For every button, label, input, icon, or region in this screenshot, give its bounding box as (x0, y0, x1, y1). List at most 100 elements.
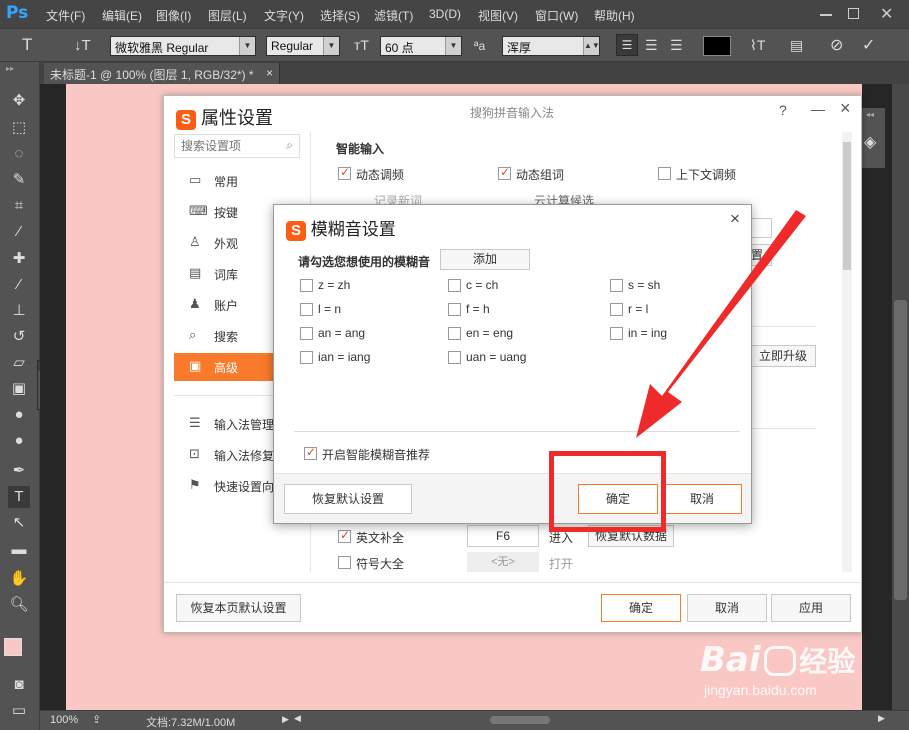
menu-file[interactable]: 文件(F) (46, 7, 85, 24)
help-button[interactable]: ? (779, 102, 787, 118)
cancel-icon[interactable]: ⊘ (830, 35, 843, 55)
quick-mask-icon[interactable]: ◙ (8, 674, 30, 696)
dynamic-freq-checkbox[interactable] (338, 165, 351, 180)
menu-3d[interactable]: 3D(D) (429, 7, 461, 21)
3d-layers-icon[interactable]: ◈ (864, 132, 876, 152)
fuzzy-checkbox[interactable] (300, 303, 313, 316)
move-tool-icon[interactable]: ✥ (8, 90, 30, 112)
screen-mode-icon[interactable]: ▭ (8, 700, 30, 722)
content-scrollbar-thumb[interactable] (843, 142, 851, 270)
minimize-button[interactable]: — (811, 101, 825, 117)
crop-tool-icon[interactable]: ⌗ (8, 195, 30, 217)
font-style-select[interactable]: Regular ▼ (266, 36, 340, 56)
menu-filter[interactable]: 滤镜(T) (374, 7, 413, 24)
scrollbar-thumb[interactable] (894, 300, 907, 600)
tab-close-icon[interactable]: × (266, 66, 273, 80)
search-settings-box[interactable]: ⌕ (174, 134, 300, 158)
scroll-right-icon[interactable]: ▶ (878, 713, 885, 724)
english-complete-checkbox[interactable] (338, 528, 351, 543)
play-icon[interactable]: ▶ (282, 714, 289, 725)
lasso-tool-icon[interactable]: ◌ (8, 143, 30, 165)
menu-type[interactable]: 文字(Y) (264, 7, 304, 24)
close-button[interactable]: × (840, 98, 851, 119)
fuzzy-checkbox[interactable] (300, 327, 313, 340)
nav-common[interactable]: ▭ 常用 (174, 167, 300, 195)
watermark-brand2: 经验 (799, 646, 856, 677)
fuzzy-checkbox[interactable] (300, 279, 313, 292)
restore-page-button[interactable]: 恢复本页默认设置 (176, 594, 301, 622)
menu-help[interactable]: 帮助(H) (594, 7, 635, 24)
align-center-icon[interactable]: ☰ (645, 37, 658, 54)
type-tool-icon[interactable]: T (8, 486, 30, 508)
menu-edit[interactable]: 编辑(E) (102, 7, 142, 24)
eyedropper-icon[interactable]: ⁄ (8, 221, 30, 243)
menu-layer[interactable]: 图层(L) (208, 7, 247, 24)
text-orientation-icon[interactable]: ↓T (74, 37, 91, 54)
ok-button[interactable]: 确定 (601, 594, 681, 622)
fuzzy-checkbox[interactable] (448, 279, 461, 292)
right-panel-dock: ◂◂ ◈ (860, 108, 885, 168)
restore-default-button[interactable]: 恢复默认设置 (284, 484, 412, 514)
path-select-icon[interactable]: ↖ (8, 512, 30, 534)
zoom-tool-icon[interactable]: 🔍︎ (8, 594, 30, 616)
pen-tool-icon[interactable]: ✒ (8, 460, 30, 482)
font-family-select[interactable]: 微软雅黑 Regular ▼ (110, 36, 256, 56)
close-icon[interactable]: ✕ (880, 4, 893, 24)
horizontal-scrollbar-thumb[interactable] (490, 716, 550, 724)
menu-window[interactable]: 窗口(W) (535, 7, 578, 24)
minimize-icon[interactable] (820, 14, 832, 16)
menu-image[interactable]: 图像(I) (156, 7, 191, 24)
text-color-swatch[interactable] (703, 36, 731, 56)
search-icon[interactable]: ⌕ (286, 138, 293, 153)
history-brush-icon[interactable]: ↺ (8, 326, 30, 348)
anti-alias-select[interactable]: 浑厚 ▲▼ (502, 36, 600, 56)
zoom-level[interactable]: 100% (50, 714, 78, 726)
fuzzy-checkbox[interactable] (448, 303, 461, 316)
align-right-icon[interactable]: ☰ (670, 37, 683, 54)
hand-tool-icon[interactable]: ✋ (8, 568, 30, 590)
fuzzy-checkbox[interactable] (300, 351, 313, 364)
warp-text-icon[interactable]: ⌇T (750, 37, 765, 54)
menu-select[interactable]: 选择(S) (320, 7, 360, 24)
add-button[interactable]: 添加 (440, 249, 530, 270)
menu-view[interactable]: 视图(V) (478, 7, 518, 24)
scroll-left-icon[interactable]: ◀ (294, 713, 301, 724)
smart-fuzzy-checkbox[interactable] (304, 445, 317, 460)
align-left-icon[interactable]: ☰ (616, 34, 638, 56)
stamp-tool-icon[interactable]: ⊥ (8, 300, 30, 322)
quick-select-icon[interactable]: ✎ (8, 169, 30, 191)
apply-button[interactable]: 应用 (771, 594, 851, 622)
blur-tool-icon[interactable]: ● (8, 404, 30, 426)
foreground-color[interactable] (4, 638, 22, 656)
context-freq-checkbox[interactable] (658, 167, 671, 180)
gradient-tool-icon[interactable]: ▣ (8, 378, 30, 400)
english-hotkey-field[interactable]: F6 (467, 525, 539, 547)
share-icon[interactable]: ⇪ (92, 713, 101, 726)
font-size-select[interactable]: 60 点 ▼ (380, 36, 462, 56)
collapse-icon[interactable]: ◂◂ (866, 110, 874, 119)
cancel-button[interactable]: 取消 (687, 594, 767, 622)
book-icon: ▤ (189, 265, 202, 280)
fuzzy-label: z = zh (318, 278, 351, 292)
cancel-button[interactable]: 取消 (662, 484, 742, 514)
brush-tool-icon[interactable]: ⁄ (8, 274, 30, 296)
commit-icon[interactable]: ✓ (862, 35, 875, 55)
nav-label: 外观 (214, 237, 239, 251)
eraser-tool-icon[interactable]: ▱ (8, 352, 30, 374)
shape-tool-icon[interactable]: ▬ (8, 539, 30, 561)
fuzzy-checkbox[interactable] (448, 351, 461, 364)
dodge-tool-icon[interactable]: ● (8, 430, 30, 452)
panels-icon[interactable]: ▤ (790, 37, 803, 54)
search-input[interactable] (175, 135, 275, 157)
maximize-icon[interactable] (848, 8, 859, 19)
fuzzy-checkbox[interactable] (448, 327, 461, 340)
document-tab[interactable]: 未标题-1 @ 100% (图层 1, RGB/32*) * × (44, 63, 280, 84)
healing-brush-icon[interactable]: ✚ (8, 248, 30, 270)
marquee-tool-icon[interactable]: ⬚ (8, 117, 30, 139)
symbols-hotkey-field[interactable]: <无> (467, 552, 539, 572)
collapse-icon[interactable]: ▸▸ (6, 64, 14, 73)
user-icon: ♟ (189, 296, 201, 311)
symbols-checkbox[interactable] (338, 556, 351, 569)
dynamic-words-checkbox[interactable] (498, 165, 511, 180)
type-tool-icon[interactable]: T (22, 35, 32, 55)
